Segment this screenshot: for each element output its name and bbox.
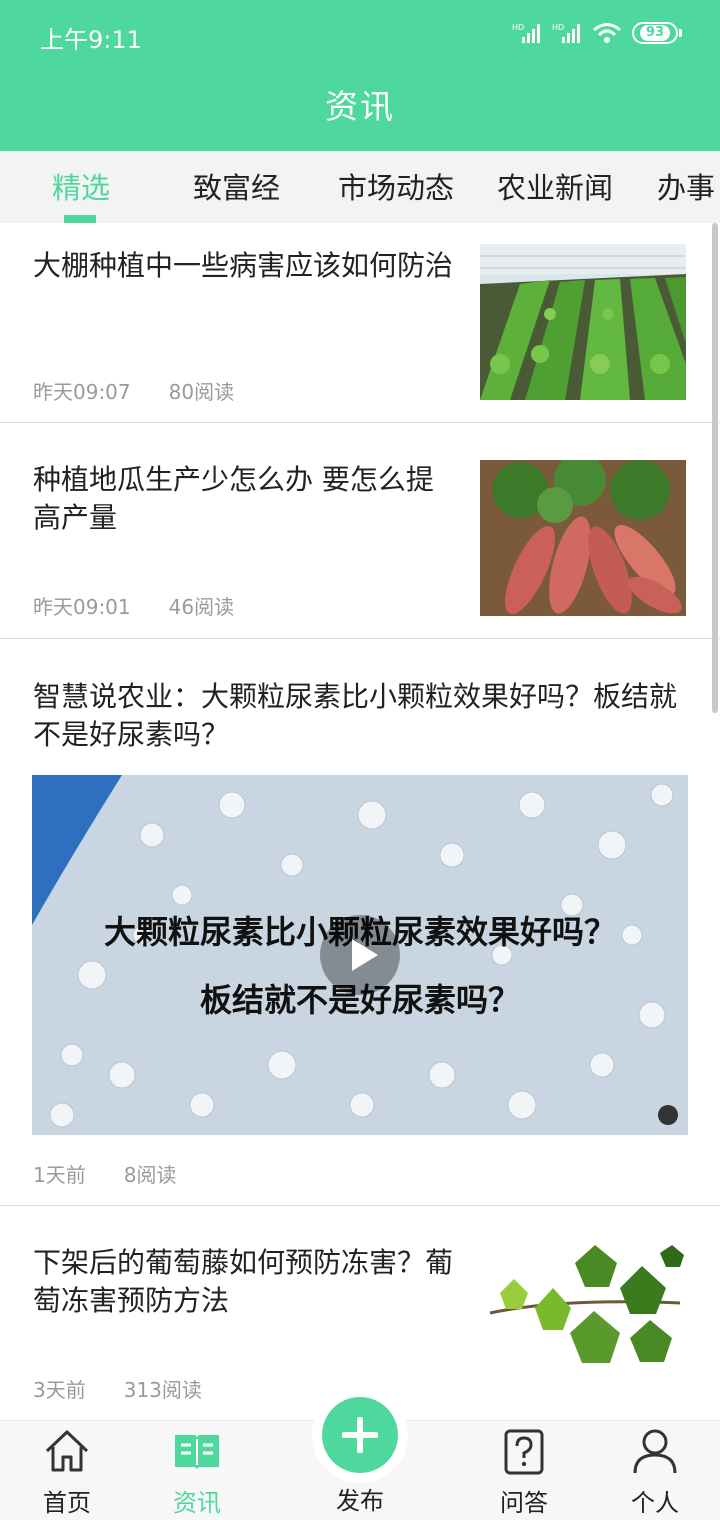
- article-title: 下架后的葡萄藤如何预防冻害？葡萄冻害预防方法: [33, 1246, 454, 1317]
- article-time: 昨天09:07: [33, 380, 131, 404]
- article-meta: 昨天09:01 46阅读: [33, 591, 234, 620]
- question-icon: [504, 1429, 544, 1475]
- status-time: 上午9:11: [40, 26, 142, 54]
- nav-home[interactable]: 首页: [12, 1421, 122, 1520]
- video-thumbnail[interactable]: 大颗粒尿素比小颗粒尿素效果好吗？ 板结就不是好尿素吗？: [32, 775, 688, 1135]
- article-reads: 80阅读: [168, 380, 235, 404]
- article-time: 3天前: [33, 1378, 86, 1402]
- nav-news[interactable]: 资讯: [142, 1421, 252, 1520]
- article-title: 智慧说农业：大颗粒尿素比小颗粒效果好吗？板结就不是好尿素吗？: [33, 680, 678, 751]
- nav-profile-label: 个人: [631, 1489, 679, 1517]
- app-header: 上午9:11 HD HD 93 资讯: [0, 0, 720, 151]
- nav-qa[interactable]: 问答: [469, 1421, 579, 1520]
- article-reads: 8阅读: [123, 1163, 177, 1187]
- news-feed[interactable]: 大棚种植中一些病害应该如何防治 昨天09:07 80阅读 种植地瓜生产少怎么办 要…: [0, 223, 720, 1420]
- article-reads: 46阅读: [168, 595, 235, 619]
- play-icon: [352, 939, 378, 971]
- play-button[interactable]: [320, 915, 400, 995]
- tab-market[interactable]: 市场动态: [338, 165, 454, 207]
- person-icon: [633, 1429, 677, 1474]
- scrollbar[interactable]: [712, 223, 718, 713]
- nav-qa-label: 问答: [500, 1489, 548, 1517]
- status-bar: 上午9:11 HD HD 93: [0, 0, 720, 70]
- article-time: 1天前: [33, 1163, 86, 1187]
- nav-publish-label: 发布: [336, 1487, 384, 1515]
- category-tabs: 精选 致富经 市场动态 农业新闻 办事: [0, 151, 720, 223]
- article-title: 大棚种植中一些病害应该如何防治: [33, 249, 454, 282]
- signal-icon: HD: [512, 23, 540, 43]
- video-indicator-dot: [658, 1105, 678, 1125]
- list-item[interactable]: 大棚种植中一些病害应该如何防治 昨天09:07 80阅读: [0, 223, 720, 423]
- battery-icon: 93: [632, 22, 682, 44]
- bottom-nav: 首页 资讯 发布 问答 个人: [0, 1387, 720, 1520]
- active-tab-indicator: [64, 215, 96, 223]
- news-book-icon: [175, 1435, 219, 1469]
- home-icon: [45, 1430, 89, 1472]
- article-meta: 3天前 313阅读: [33, 1374, 202, 1403]
- greenhouse-image: [480, 244, 686, 400]
- article-time: 昨天09:01: [33, 595, 131, 619]
- nav-news-label: 资讯: [173, 1489, 221, 1517]
- list-item[interactable]: 智慧说农业：大颗粒尿素比小颗粒效果好吗？板结就不是好尿素吗？ 大颗粒尿素比小颗粒…: [0, 639, 720, 1206]
- signal-hd-label: HD: [552, 23, 564, 32]
- signal-hd-label: HD: [512, 23, 524, 32]
- sweet-potato-image: [480, 460, 686, 616]
- battery-level: 93: [639, 25, 671, 41]
- page-title: 资讯: [325, 87, 395, 126]
- tab-wealth[interactable]: 致富经: [193, 165, 280, 207]
- article-title: 种植地瓜生产少怎么办 要怎么提高产量: [33, 463, 434, 534]
- grape-leaf-image: [480, 1243, 686, 1393]
- tab-services[interactable]: 办事: [657, 165, 715, 207]
- status-icons: HD HD 93: [512, 22, 682, 44]
- tab-agri-news[interactable]: 农业新闻: [497, 165, 613, 207]
- nav-home-label: 首页: [43, 1489, 91, 1517]
- nav-profile[interactable]: 个人: [600, 1421, 710, 1520]
- tab-featured[interactable]: 精选: [52, 165, 110, 207]
- article-reads: 313阅读: [123, 1378, 202, 1402]
- article-meta: 1天前 8阅读: [33, 1159, 176, 1188]
- list-item[interactable]: 种植地瓜生产少怎么办 要怎么提高产量 昨天09:01 46阅读: [0, 423, 720, 639]
- wifi-icon: [593, 23, 621, 43]
- article-meta: 昨天09:07 80阅读: [33, 376, 234, 405]
- publish-button[interactable]: [322, 1397, 398, 1473]
- signal-icon: HD: [552, 23, 580, 43]
